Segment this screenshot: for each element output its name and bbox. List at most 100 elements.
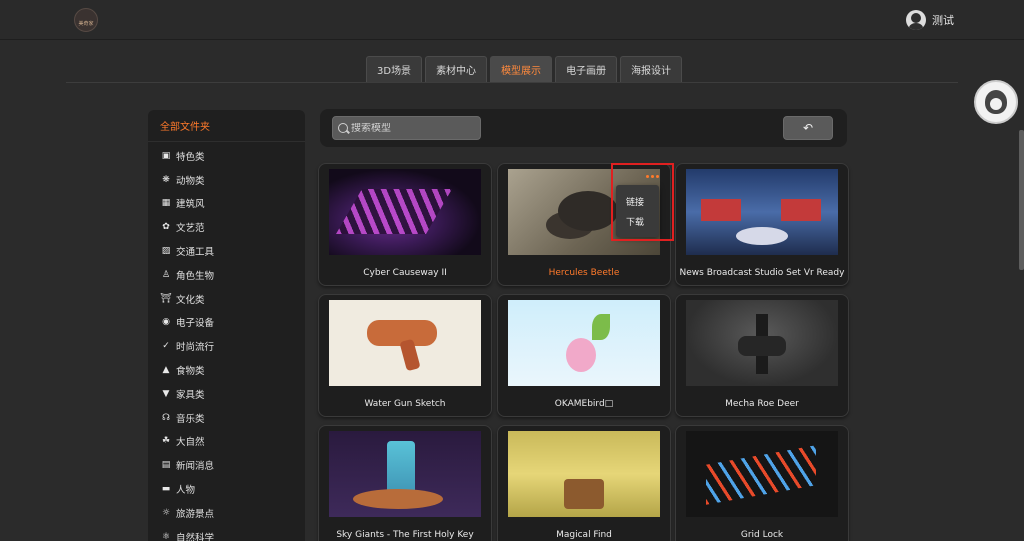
tab-model-display[interactable]: 模型展示 bbox=[490, 56, 553, 82]
search-box[interactable] bbox=[332, 116, 481, 140]
model-card[interactable]: News Broadcast Studio Set Vr Ready bbox=[675, 163, 849, 286]
sidebar-item-science[interactable]: ⚛ 自然科学 bbox=[148, 525, 305, 541]
model-thumbnail bbox=[508, 431, 660, 517]
tab-material-center[interactable]: 素材中心 bbox=[425, 56, 488, 82]
scrollbar-thumb[interactable] bbox=[1019, 130, 1024, 270]
shoe-icon: ✓ bbox=[162, 341, 170, 352]
logo[interactable]: 美奇家 bbox=[74, 8, 98, 32]
building-icon: ▦ bbox=[161, 198, 171, 209]
sidebar-item-label: 音乐类 bbox=[176, 413, 205, 425]
tab-3d-scene[interactable]: 3D场景 bbox=[366, 56, 423, 82]
sidebar-item-furniture[interactable]: ▼ 家具类 bbox=[148, 382, 305, 406]
lamp-icon: ▼ bbox=[162, 388, 170, 399]
sidebar-item-culture[interactable]: ⛩ 文化类 bbox=[148, 287, 305, 311]
model-title: OKAMEbird□ bbox=[554, 399, 614, 409]
sidebar-item-electronics[interactable]: ◉ 电子设备 bbox=[148, 311, 305, 335]
sidebar-item-nature[interactable]: ☘ 大自然 bbox=[148, 430, 305, 454]
sidebar-item-fashion[interactable]: ✓ 时尚流行 bbox=[148, 334, 305, 358]
card-context-menu: 链接 下载 bbox=[616, 185, 659, 237]
top-header: 美奇家 测试 bbox=[0, 0, 1024, 40]
tab-e-album[interactable]: 电子画册 bbox=[555, 56, 618, 82]
model-thumbnail bbox=[329, 431, 481, 517]
sidebar-item-label: 交通工具 bbox=[176, 247, 215, 259]
sidebar-item-label: 特色类 bbox=[176, 151, 205, 163]
compass-icon: ☼ bbox=[161, 507, 171, 518]
model-title: Water Gun Sketch bbox=[364, 399, 446, 409]
menu-item-link[interactable]: 链接 bbox=[616, 191, 659, 211]
model-card[interactable]: Mecha Roe Deer bbox=[675, 294, 849, 417]
search-icon bbox=[338, 123, 348, 133]
model-card[interactable]: Magical Find bbox=[497, 425, 671, 541]
sidebar-item-label: 大自然 bbox=[176, 437, 205, 449]
page-scrollbar[interactable] bbox=[1019, 40, 1024, 541]
back-button[interactable]: ↶ bbox=[783, 116, 833, 140]
model-card[interactable]: Water Gun Sketch bbox=[318, 294, 492, 417]
sidebar-item-label: 新闻消息 bbox=[176, 461, 215, 473]
food-icon: ▲ bbox=[162, 365, 170, 376]
model-card[interactable]: Cyber Causeway II bbox=[318, 163, 492, 286]
model-card[interactable]: Sky Giants - The First Holy Key bbox=[318, 425, 492, 541]
nature-icon: ☘ bbox=[161, 436, 171, 447]
bug-icon: ❋ bbox=[162, 174, 170, 185]
model-card[interactable]: Grid Lock bbox=[675, 425, 849, 541]
sidebar-item-architecture[interactable]: ▦ 建筑风 bbox=[148, 192, 305, 216]
sidebar-item-label: 文艺范 bbox=[176, 223, 205, 235]
model-thumbnail bbox=[686, 431, 838, 517]
tabs-divider bbox=[66, 82, 958, 83]
avatar bbox=[906, 10, 926, 30]
sidebar-item-vehicles[interactable]: ▨ 交通工具 bbox=[148, 239, 305, 263]
sidebar-item-travel[interactable]: ☼ 旅游景点 bbox=[148, 501, 305, 525]
sidebar-item-art[interactable]: ✿ 文艺范 bbox=[148, 215, 305, 239]
logo-text: 美奇家 bbox=[78, 21, 94, 27]
model-toolbar: ↶ bbox=[320, 109, 847, 147]
dot-icon bbox=[645, 175, 649, 178]
model-thumbnail bbox=[329, 169, 481, 255]
sidebar-item-people[interactable]: ▬ 人物 bbox=[148, 477, 305, 501]
museum-icon: ⛩ bbox=[160, 293, 172, 304]
sidebar-item-music[interactable]: ☊ 音乐类 bbox=[148, 406, 305, 430]
model-thumbnail bbox=[329, 300, 481, 386]
user-name: 测试 bbox=[932, 14, 954, 27]
sidebar-item-label: 角色生物 bbox=[176, 270, 215, 282]
sidebar-item-animals[interactable]: ❋ 动物类 bbox=[148, 168, 305, 192]
model-title: Cyber Causeway II bbox=[363, 268, 447, 278]
atom-icon: ⚛ bbox=[161, 531, 171, 541]
sidebar-item-label: 时尚流行 bbox=[176, 342, 215, 354]
sidebar-item-label: 自然科学 bbox=[176, 532, 215, 541]
model-card[interactable]: OKAMEbird□ bbox=[497, 294, 671, 417]
tab-poster-design[interactable]: 海报设计 bbox=[620, 56, 683, 82]
model-title: Sky Giants - The First Holy Key bbox=[336, 530, 474, 540]
sidebar-item-news[interactable]: ▤ 新闻消息 bbox=[148, 453, 305, 477]
sidebar-item-label: 人物 bbox=[176, 485, 196, 497]
sidebar-item-label: 家具类 bbox=[176, 389, 205, 401]
model-thumbnail bbox=[686, 300, 838, 386]
headphones-icon: ☊ bbox=[162, 412, 170, 423]
model-thumbnail bbox=[686, 169, 838, 255]
sidebar-title-all-folders[interactable]: 全部文件夹 bbox=[148, 110, 305, 142]
news-icon: ▤ bbox=[161, 460, 171, 471]
category-list: ▣ 特色类 ❋ 动物类 ▦ 建筑风 ✿ 文艺范 ▨ 交通工具 ♙ 角色生物 ⛩ 文化类 ◉ 电子… bbox=[148, 142, 305, 541]
dot-icon bbox=[650, 175, 654, 178]
model-title: Hercules Beetle bbox=[548, 268, 620, 278]
menu-item-download[interactable]: 下载 bbox=[616, 211, 659, 231]
search-input[interactable] bbox=[351, 122, 476, 134]
chip-icon: ◉ bbox=[162, 317, 170, 328]
more-options-button[interactable] bbox=[641, 170, 663, 183]
person-icon: ♙ bbox=[161, 269, 171, 280]
sidebar-item-food[interactable]: ▲ 食物类 bbox=[148, 358, 305, 382]
sidebar-item-characters[interactable]: ♙ 角色生物 bbox=[148, 263, 305, 287]
sidebar-item-featured[interactable]: ▣ 特色类 bbox=[148, 144, 305, 168]
palette-icon: ✿ bbox=[162, 222, 170, 233]
dot-icon bbox=[655, 175, 659, 178]
customer-service-icon bbox=[985, 90, 1007, 114]
user-menu[interactable]: 测试 bbox=[906, 10, 954, 30]
glasses-icon: ▬ bbox=[161, 484, 171, 495]
sidebar-item-label: 电子设备 bbox=[176, 318, 215, 330]
model-title: News Broadcast Studio Set Vr Ready bbox=[679, 268, 845, 278]
model-thumbnail bbox=[508, 300, 660, 386]
main-tabs: 3D场景 素材中心 模型展示 电子画册 海报设计 bbox=[366, 56, 683, 82]
model-title: Mecha Roe Deer bbox=[725, 399, 799, 409]
sidebar-item-label: 旅游景点 bbox=[176, 508, 215, 520]
tv-icon: ▣ bbox=[161, 150, 171, 161]
customer-service-button[interactable] bbox=[974, 80, 1018, 124]
